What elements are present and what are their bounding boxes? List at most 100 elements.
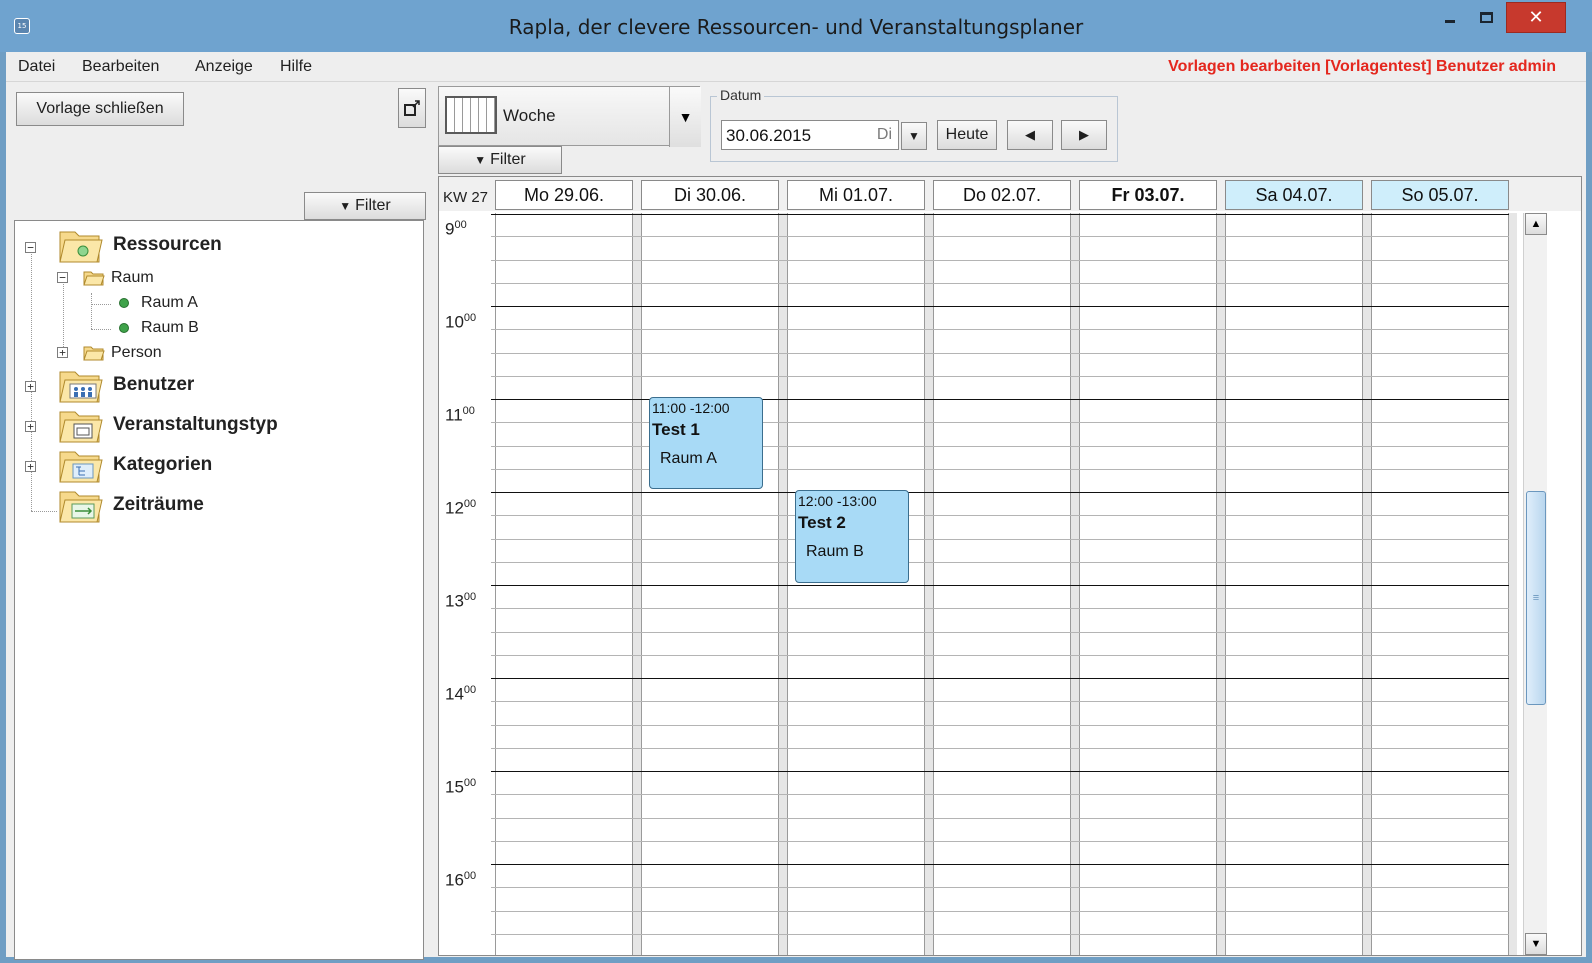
hour-gridline	[491, 678, 1509, 679]
tree-item-zeitraeume[interactable]: Zeiträume	[57, 486, 204, 524]
event-resource: Raum A	[660, 450, 717, 467]
event-time: 11:00 -12:00	[652, 400, 730, 416]
arrow-down-icon: ▼	[1530, 938, 1542, 950]
previous-week-button[interactable]: ◀	[1007, 120, 1053, 150]
menu-hilfe[interactable]: Hilfe	[280, 58, 312, 76]
menubar: Datei Bearbeiten Anzeige Hilfe Vorlagen …	[6, 52, 1586, 82]
expand-benutzer-toggle[interactable]: +	[25, 381, 36, 392]
tree-item-kategorien[interactable]: Kategorien	[57, 446, 212, 484]
calendar-header: KW 27 Mo 29.06. Di 30.06. Mi 01.07. Do 02.0…	[439, 177, 1581, 211]
tree-label-raum-a: Raum A	[141, 294, 198, 311]
day-header[interactable]: Fr 03.07.	[1079, 180, 1217, 210]
category-folder-icon	[59, 451, 103, 483]
event-time: 12:00 -13:00	[798, 493, 877, 509]
menu-datei[interactable]: Datei	[18, 58, 55, 76]
date-input[interactable]: 30.06.2015 Di	[721, 120, 899, 150]
week-number: KW 27	[443, 189, 489, 206]
event-resource: Raum B	[806, 543, 864, 560]
event-test-2[interactable]: 12:00 -13:00 Test 2 Raum B	[795, 490, 909, 583]
grip-icon: ≡	[1532, 592, 1540, 604]
day-header[interactable]: Do 02.07.	[933, 180, 1071, 210]
detach-panel-button[interactable]	[398, 88, 426, 128]
collapse-raum-toggle[interactable]: −	[57, 272, 68, 283]
day-header[interactable]: Di 30.06.	[641, 180, 779, 210]
resource-panel: Vorlage schließen ▼ Filter − Ressourcen …	[10, 86, 432, 960]
day-header[interactable]: So 05.07.	[1371, 180, 1509, 210]
expand-person-toggle[interactable]: +	[57, 347, 68, 358]
eventtype-folder-icon	[59, 411, 103, 443]
users-folder-icon	[59, 371, 103, 403]
today-button[interactable]: Heute	[937, 120, 997, 150]
day-header[interactable]: Mi 01.07.	[787, 180, 925, 210]
chevron-down-icon: ▼	[908, 129, 920, 143]
tree-item-raum-a[interactable]: Raum A	[119, 294, 198, 312]
hour-gridline	[491, 771, 1509, 772]
quarter-gridline	[491, 887, 1509, 888]
hour-label: 1400	[445, 684, 476, 705]
menu-bearbeiten[interactable]: Bearbeiten	[82, 58, 159, 76]
view-selector[interactable]: Woche ▼	[438, 86, 701, 147]
date-picker-button[interactable]: ▼	[901, 122, 927, 150]
folder-icon	[83, 346, 105, 361]
resource-tree: − Ressourcen − Raum Raum A Raum B + Pers…	[14, 220, 424, 960]
scroll-up-button[interactable]: ▲	[1525, 213, 1547, 235]
vertical-scrollbar[interactable]: ▲ ≡ ▼	[1523, 213, 1547, 955]
quarter-gridline	[491, 469, 1509, 470]
maximize-button[interactable]	[1468, 2, 1504, 33]
tree-item-ressourcen[interactable]: Ressourcen	[57, 226, 222, 264]
calendar-filter-label: Filter	[490, 151, 526, 168]
close-template-button[interactable]: Vorlage schließen	[16, 92, 184, 126]
calendar-filter-button[interactable]: ▼ Filter	[438, 146, 562, 174]
tree-label-raum: Raum	[111, 269, 154, 286]
next-week-button[interactable]: ▶	[1061, 120, 1107, 150]
week-calendar: KW 27 Mo 29.06. Di 30.06. Mi 01.07. Do 02.0…	[438, 176, 1582, 956]
hour-number: 10	[445, 312, 464, 332]
tree-item-raum-b[interactable]: Raum B	[119, 319, 199, 337]
tree-item-person[interactable]: Person	[83, 344, 162, 362]
collapse-ressourcen-toggle[interactable]: −	[25, 242, 36, 253]
event-test-1[interactable]: 11:00 -12:00 Test 1 Raum A	[649, 397, 763, 489]
hour-gridline	[491, 492, 1509, 493]
tree-item-veranstaltungstyp[interactable]: Veranstaltungstyp	[57, 406, 278, 444]
detach-icon	[404, 100, 420, 116]
date-group-caption: Datum	[717, 87, 765, 103]
hour-gridline	[491, 399, 1509, 400]
folder-icon	[83, 271, 105, 286]
expand-kategorien-toggle[interactable]: +	[25, 461, 36, 472]
quarter-gridline	[491, 422, 1509, 423]
resource-dot-icon	[119, 323, 129, 333]
hour-number: 12	[445, 498, 464, 518]
hour-number: 11	[445, 405, 463, 425]
quarter-gridline	[491, 329, 1509, 330]
close-icon: ✕	[1528, 7, 1544, 27]
tree-item-raum[interactable]: Raum	[83, 269, 154, 287]
scroll-down-button[interactable]: ▼	[1525, 933, 1547, 955]
menu-anzeige[interactable]: Anzeige	[195, 58, 253, 76]
day-header[interactable]: Sa 04.07.	[1225, 180, 1363, 210]
date-weekday: Di	[876, 126, 892, 143]
hour-minutes: 00	[462, 405, 475, 417]
tree-label-person: Person	[111, 344, 162, 361]
quarter-gridline	[491, 283, 1509, 284]
calendar-panel: Woche ▼ ▼ Filter Datum 30.06.2015 Di ▼ H…	[438, 86, 1582, 956]
resource-filter-button[interactable]: ▼ Filter	[304, 192, 426, 220]
maximize-icon	[1479, 12, 1493, 23]
hour-number: 15	[445, 777, 464, 797]
hour-label: 1300	[445, 591, 476, 612]
window-title: Rapla, der clevere Ressourcen- und Veran…	[508, 15, 1084, 39]
tree-item-benutzer[interactable]: Benutzer	[57, 366, 194, 404]
tree-label-zeitraeume: Zeiträume	[113, 494, 204, 515]
hour-minutes: 00	[463, 777, 477, 789]
tree-label-ressourcen: Ressourcen	[113, 234, 222, 255]
quarter-gridline	[491, 632, 1509, 633]
tree-label-kategorien: Kategorien	[113, 454, 213, 475]
expand-veranstaltungstyp-toggle[interactable]: +	[25, 421, 36, 432]
tree-label-raum-b: Raum B	[141, 319, 199, 336]
week-view-icon	[445, 96, 497, 134]
view-dropdown-button[interactable]: ▼	[669, 87, 701, 147]
close-button[interactable]: ✕	[1506, 2, 1566, 33]
quarter-gridline	[491, 376, 1509, 377]
minimize-button[interactable]	[1432, 2, 1468, 33]
scrollbar-thumb[interactable]: ≡	[1526, 491, 1546, 705]
day-header[interactable]: Mo 29.06.	[495, 180, 633, 210]
